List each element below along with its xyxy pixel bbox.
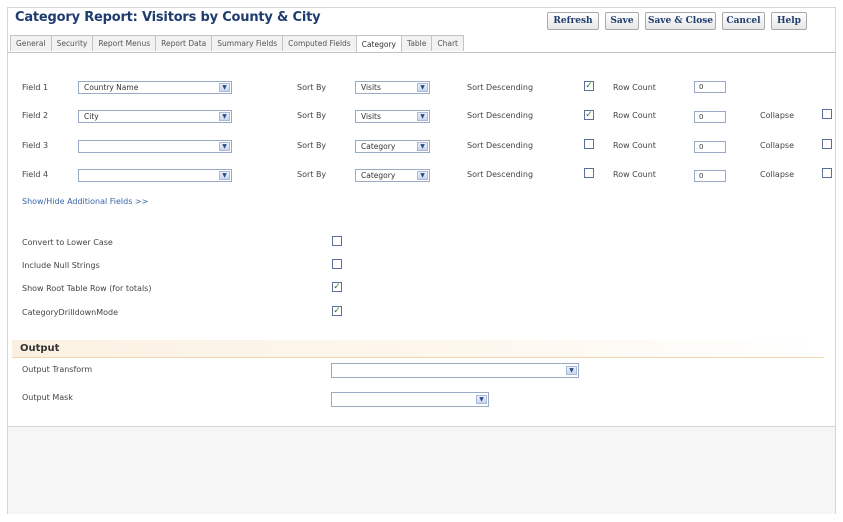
field-4-sort-descending-checkbox[interactable] bbox=[584, 168, 594, 178]
checkmark-icon: ✓ bbox=[333, 306, 341, 316]
row-count-label: Row Count bbox=[613, 111, 656, 120]
sort-by-value: Visits bbox=[361, 112, 381, 121]
output-mask-select[interactable]: ▼ bbox=[331, 392, 489, 407]
chevron-down-icon: ▼ bbox=[219, 142, 230, 151]
tab-table[interactable]: Table bbox=[400, 35, 433, 51]
field-4-row-count-input[interactable]: 0 bbox=[694, 170, 726, 182]
field-3-row-count-input[interactable]: 0 bbox=[694, 141, 726, 153]
field-2-sort-descending-checkbox[interactable]: ✓ bbox=[584, 110, 594, 120]
collapse-label: Collapse bbox=[760, 141, 794, 150]
chevron-down-icon: ▼ bbox=[566, 366, 577, 375]
field-2-select[interactable]: City ▼ bbox=[78, 110, 232, 123]
field-label: Field 3 bbox=[22, 141, 49, 150]
show-hide-additional-fields-link[interactable]: Show/Hide Additional Fields >> bbox=[22, 197, 148, 206]
checkmark-icon: ✓ bbox=[585, 81, 593, 91]
sort-descending-label: Sort Descending bbox=[467, 83, 534, 92]
field-label: Field 2 bbox=[22, 111, 49, 120]
footer-area bbox=[8, 426, 835, 514]
option-label: Show Root Table Row (for totals) bbox=[22, 284, 152, 293]
collapse-label: Collapse bbox=[760, 170, 794, 179]
chevron-down-icon: ▼ bbox=[417, 171, 428, 180]
section-title: Output bbox=[20, 343, 60, 354]
option-label: Include Null Strings bbox=[22, 261, 100, 270]
checkmark-icon: ✓ bbox=[585, 110, 593, 120]
field-value: City bbox=[84, 112, 99, 121]
sort-by-value: Category bbox=[361, 171, 396, 180]
refresh-button[interactable]: Refresh bbox=[547, 12, 599, 30]
output-transform-select[interactable]: ▼ bbox=[331, 363, 579, 378]
sort-by-label: Sort By bbox=[297, 170, 327, 179]
field-3-select[interactable]: ▼ bbox=[78, 140, 232, 153]
include-null-strings-checkbox[interactable] bbox=[332, 259, 342, 269]
tab-category[interactable]: Category bbox=[355, 35, 402, 52]
tab-report-menus[interactable]: Report Menus bbox=[92, 35, 157, 51]
show-root-table-row-checkbox[interactable]: ✓ bbox=[332, 282, 342, 292]
field-4-select[interactable]: ▼ bbox=[78, 169, 232, 182]
sort-by-value: Category bbox=[361, 142, 396, 151]
chevron-down-icon: ▼ bbox=[417, 83, 428, 92]
sort-by-value: Visits bbox=[361, 83, 381, 92]
title-bar: Category Report: Visitors by County & Ci… bbox=[7, 6, 835, 34]
tab-summary-fields[interactable]: Summary Fields bbox=[211, 35, 284, 51]
chevron-down-icon: ▼ bbox=[476, 395, 487, 404]
field-1-select[interactable]: Country Name ▼ bbox=[78, 81, 232, 94]
field-3-sort-descending-checkbox[interactable] bbox=[584, 139, 594, 149]
output-transform-label: Output Transform bbox=[22, 365, 93, 374]
output-mask-label: Output Mask bbox=[22, 393, 73, 402]
tab-computed-fields[interactable]: Computed Fields bbox=[282, 35, 357, 51]
output-section-header: Output bbox=[12, 340, 824, 358]
save-close-button[interactable]: Save & Close bbox=[645, 12, 716, 30]
sort-descending-label: Sort Descending bbox=[467, 141, 534, 150]
option-label: Convert to Lower Case bbox=[22, 238, 113, 247]
tab-report-data[interactable]: Report Data bbox=[155, 35, 213, 51]
chevron-down-icon: ▼ bbox=[417, 142, 428, 151]
field-4-sort-by-select[interactable]: Category ▼ bbox=[355, 169, 430, 182]
collapse-label: Collapse bbox=[760, 111, 794, 120]
field-label: Field 1 bbox=[22, 83, 49, 92]
sort-descending-label: Sort Descending bbox=[467, 111, 534, 120]
field-3-sort-by-select[interactable]: Category ▼ bbox=[355, 140, 430, 153]
field-1-sort-by-select[interactable]: Visits ▼ bbox=[355, 81, 430, 94]
convert-lower-case-checkbox[interactable] bbox=[332, 236, 342, 246]
field-2-row-count-input[interactable]: 0 bbox=[694, 111, 726, 123]
field-2-collapse-checkbox[interactable] bbox=[822, 109, 832, 119]
option-label: CategoryDrilldownMode bbox=[22, 308, 119, 317]
field-1-sort-descending-checkbox[interactable]: ✓ bbox=[584, 81, 594, 91]
field-label: Field 4 bbox=[22, 170, 49, 179]
sort-by-label: Sort By bbox=[297, 111, 327, 120]
chevron-down-icon: ▼ bbox=[219, 171, 230, 180]
sort-by-label: Sort By bbox=[297, 83, 327, 92]
sort-descending-label: Sort Descending bbox=[467, 170, 534, 179]
chevron-down-icon: ▼ bbox=[219, 112, 230, 121]
tab-divider bbox=[7, 52, 836, 53]
tab-security[interactable]: Security bbox=[50, 35, 94, 51]
page-title: Category Report: Visitors by County & Ci… bbox=[15, 10, 321, 25]
field-1-row-count-input[interactable]: 0 bbox=[694, 81, 726, 93]
help-button[interactable]: Help bbox=[771, 12, 807, 30]
row-count-label: Row Count bbox=[613, 170, 656, 179]
row-count-label: Row Count bbox=[613, 83, 656, 92]
field-3-collapse-checkbox[interactable] bbox=[822, 139, 832, 149]
chevron-down-icon: ▼ bbox=[417, 112, 428, 121]
sort-by-label: Sort By bbox=[297, 141, 327, 150]
row-count-label: Row Count bbox=[613, 141, 656, 150]
chevron-down-icon: ▼ bbox=[219, 83, 230, 92]
save-button[interactable]: Save bbox=[605, 12, 639, 30]
tab-general[interactable]: General bbox=[10, 35, 52, 51]
tab-chart[interactable]: Chart bbox=[431, 35, 465, 51]
checkmark-icon: ✓ bbox=[333, 282, 341, 292]
category-drilldown-mode-checkbox[interactable]: ✓ bbox=[332, 306, 342, 316]
field-4-collapse-checkbox[interactable] bbox=[822, 168, 832, 178]
cancel-button[interactable]: Cancel bbox=[722, 12, 765, 30]
field-2-sort-by-select[interactable]: Visits ▼ bbox=[355, 110, 430, 123]
tab-bar: General Security Report Menus Report Dat… bbox=[10, 35, 465, 52]
field-value: Country Name bbox=[84, 83, 139, 92]
